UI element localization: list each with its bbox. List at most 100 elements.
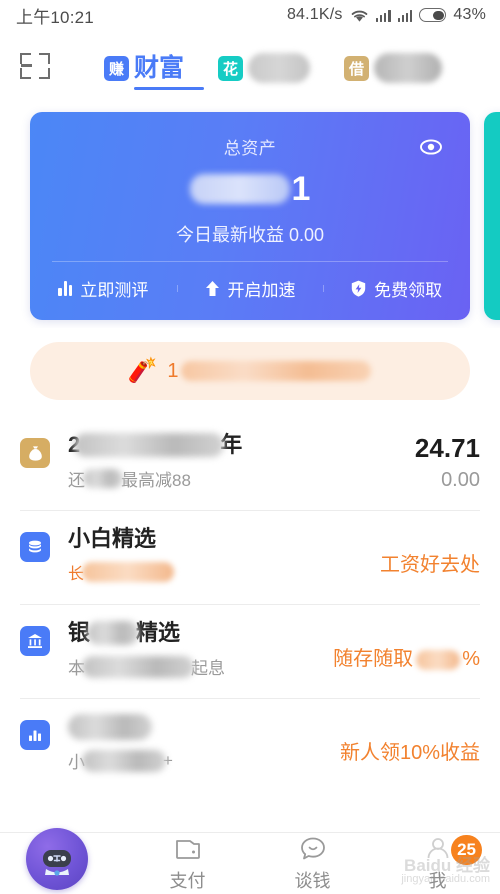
battery-percent-label: 43% bbox=[453, 6, 486, 23]
wifi-icon bbox=[350, 8, 369, 23]
bottom-nav-pay[interactable]: 支付 bbox=[125, 833, 250, 894]
tab-bar: 赚 财富 花 借 bbox=[104, 30, 443, 102]
asset-card-next-peek[interactable] bbox=[484, 112, 500, 320]
app-root: 上午10:21 84.1K/s 43% 赚 财富 花 借 总资产 1 今日最新收… bbox=[0, 0, 500, 894]
list-item-values: 工资好去处 bbox=[370, 526, 480, 577]
asset-card-carousel[interactable]: 总资产 1 今日最新收益 0.00 立即测评 开启加速 免费领取 bbox=[0, 106, 500, 328]
network-speed-label: 84.1K/s bbox=[286, 6, 343, 23]
total-assets-amount-tail: 1 bbox=[291, 169, 311, 208]
promo-banner[interactable]: 🧨 1 bbox=[30, 342, 470, 400]
scan-qr-icon[interactable] bbox=[18, 49, 52, 83]
list-item-title-redacted bbox=[74, 433, 225, 458]
list-item-title bbox=[68, 714, 330, 740]
list-item-tag: 新人领10%收益 bbox=[339, 742, 480, 764]
tab-active-underline bbox=[134, 86, 204, 90]
top-nav: 赚 财富 花 借 bbox=[0, 30, 500, 102]
bottom-nav: 支付 谈钱 我 25 Baidu 经验 jingyan.baidu.com bbox=[0, 828, 500, 894]
today-profit-label: 今日最新收益 0.00 bbox=[175, 225, 325, 245]
list-item[interactable]: 2 年 还 最高减88 24.71 0.00 bbox=[0, 416, 500, 510]
status-bar: 上午10:21 84.1K/s 43% bbox=[0, 0, 500, 30]
signal-bars-icon-2 bbox=[397, 9, 413, 22]
promo-banner-text: 1 bbox=[167, 360, 372, 383]
bar-chart-icon bbox=[20, 720, 50, 750]
list-item-value: 24.71 bbox=[414, 433, 480, 463]
money-bag-icon bbox=[20, 438, 50, 468]
tab-wealth-label: 财富 bbox=[134, 53, 185, 82]
list-item-values: 随存随取 % bbox=[323, 620, 480, 671]
bottom-nav-chat-label: 谈钱 bbox=[294, 870, 331, 891]
list-item-tag: 工资好去处 bbox=[380, 554, 480, 576]
asset-card[interactable]: 总资产 1 今日最新收益 0.00 立即测评 开启加速 免费领取 bbox=[30, 112, 470, 320]
tab-spend[interactable]: 花 bbox=[218, 30, 311, 102]
list-item-text: 小白精选 长 bbox=[50, 526, 370, 584]
list-item-tag-suffix: % bbox=[462, 648, 480, 670]
list-item-tag: 随存随取 % bbox=[333, 642, 480, 671]
list-item-subtitle: 本 起息 bbox=[68, 654, 323, 679]
list-item[interactable]: 小 + 新人领10%收益 bbox=[0, 698, 500, 792]
battery-icon bbox=[419, 8, 447, 22]
list-item-values: 新人领10%收益 bbox=[330, 714, 480, 765]
status-bar-time: 上午10:21 bbox=[16, 7, 94, 27]
tab-borrow-badge: 借 bbox=[344, 55, 370, 81]
bar-chart-icon bbox=[58, 280, 73, 296]
action-accelerate-label: 开启加速 bbox=[227, 280, 296, 300]
list-item-subtitle-redacted bbox=[82, 749, 166, 772]
list-item-title-redacted bbox=[87, 621, 140, 646]
list-item-subtitle-redacted bbox=[82, 655, 194, 678]
list-item-subtitle-suffix: 起息 bbox=[191, 659, 225, 679]
list-item-subtitle: 还 最高减88 bbox=[68, 466, 405, 491]
list-item-title: 银 精选 bbox=[68, 620, 323, 646]
list-item-subtitle: 长 bbox=[68, 560, 370, 584]
list-item-title: 小白精选 bbox=[68, 526, 157, 551]
signal-bars-icon-1 bbox=[375, 9, 391, 22]
list-item-tag-prefix: 随存随取 bbox=[333, 648, 414, 670]
tab-wealth-badge: 赚 bbox=[104, 55, 129, 81]
status-bar-indicators: 84.1K/s 43% bbox=[287, 6, 486, 24]
bottom-nav-profile[interactable]: 我 25 bbox=[375, 833, 500, 894]
arrow-up-icon bbox=[205, 280, 220, 297]
bottom-nav-chat[interactable]: 谈钱 bbox=[250, 833, 375, 894]
action-evaluate[interactable]: 立即测评 bbox=[30, 276, 177, 301]
product-list: 2 年 还 最高减88 24.71 0.00 bbox=[0, 416, 500, 792]
list-item-title-suffix: 精选 bbox=[136, 620, 181, 645]
mascot-avatar-icon[interactable] bbox=[26, 828, 88, 890]
shield-icon bbox=[351, 280, 366, 297]
eye-icon[interactable] bbox=[418, 134, 444, 160]
list-item-text: 小 + bbox=[50, 714, 330, 773]
list-item[interactable]: 银 精选 本 起息 随存随取 % bbox=[0, 604, 500, 698]
person-icon bbox=[425, 835, 451, 863]
bottom-nav-mascot[interactable] bbox=[0, 828, 125, 894]
action-free-claim[interactable]: 免费领取 bbox=[323, 276, 470, 301]
list-item-values: 24.71 0.00 bbox=[405, 432, 480, 492]
total-assets-amount-redacted bbox=[189, 174, 290, 204]
status-badge: 25 bbox=[451, 835, 482, 865]
promo-text-redacted bbox=[180, 361, 371, 381]
action-free-claim-label: 免费领取 bbox=[374, 280, 443, 300]
coins-stack-icon bbox=[20, 532, 50, 562]
list-item-subtitle: 小 + bbox=[68, 748, 330, 773]
total-assets-label: 总资产 bbox=[223, 139, 277, 158]
promo-prefix: 1 bbox=[167, 359, 179, 382]
chat-icon bbox=[300, 835, 326, 863]
list-item-subtitle-redacted bbox=[82, 562, 175, 583]
total-assets-amount: 1 bbox=[30, 163, 470, 215]
card-divider bbox=[52, 261, 448, 262]
list-item-title: 2 年 bbox=[68, 432, 405, 458]
tab-wealth[interactable]: 赚 财富 bbox=[104, 30, 204, 102]
list-item-text: 2 年 还 最高减88 bbox=[50, 432, 405, 491]
list-item-subtitle-redacted bbox=[83, 469, 123, 489]
list-item-value-sub: 0.00 bbox=[441, 468, 480, 491]
firecracker-icon: 🧨 bbox=[127, 357, 158, 384]
card-action-row: 立即测评 开启加速 免费领取 bbox=[30, 264, 470, 312]
bank-icon bbox=[20, 626, 50, 656]
action-accelerate[interactable]: 开启加速 bbox=[176, 276, 324, 301]
tab-spend-label-redacted bbox=[248, 53, 311, 83]
bottom-nav-pay-label: 支付 bbox=[169, 870, 206, 891]
wallet-icon bbox=[175, 835, 201, 863]
list-item-text: 银 精选 本 起息 bbox=[50, 620, 323, 679]
list-item-title-redacted bbox=[68, 714, 152, 740]
tab-borrow[interactable]: 借 bbox=[344, 30, 443, 102]
list-item[interactable]: 小白精选 长 工资好去处 bbox=[0, 510, 500, 604]
tab-spend-badge: 花 bbox=[218, 55, 244, 81]
list-item-subtitle-suffix: 最高减88 bbox=[121, 471, 191, 491]
